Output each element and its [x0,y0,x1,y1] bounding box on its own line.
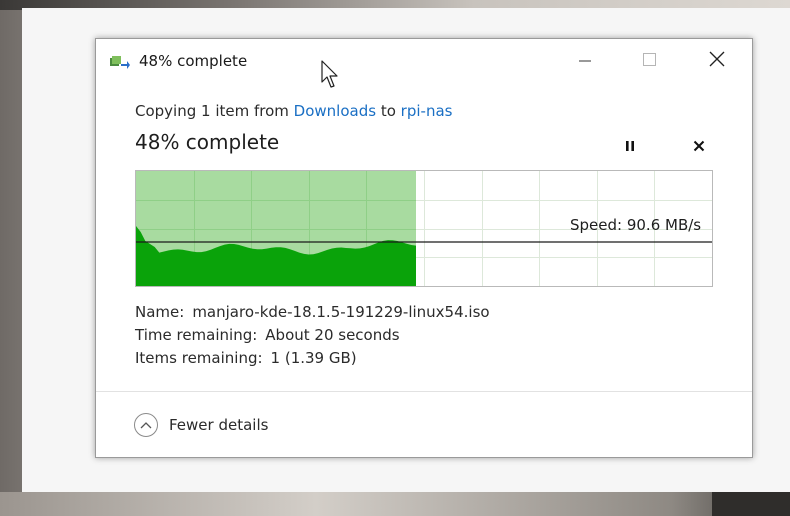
source-link[interactable]: Downloads [294,102,376,120]
fewer-details-button[interactable]: Fewer details [134,412,268,438]
detail-name-key: Name: [135,303,185,321]
footer-divider [96,391,752,392]
cancel-button[interactable] [685,135,713,157]
detail-items-row: Items remaining: 1 (1.39 GB) [135,347,490,370]
pause-icon [624,137,636,156]
background-dark-corner [712,492,790,516]
detail-name-value: manjaro-kde-18.1.5-191229-linux54.iso [192,303,490,321]
destination-link[interactable]: rpi-nas [401,102,453,120]
minimize-button[interactable] [562,45,608,77]
maximize-icon [643,52,657,71]
detail-time-key: Time remaining: [135,326,258,344]
copy-middle: to [376,102,401,120]
minimize-icon [579,52,591,71]
cancel-icon [693,137,705,156]
detail-name-row: Name: manjaro-kde-18.1.5-191229-linux54.i… [135,301,490,324]
close-button[interactable] [694,45,740,77]
speed-label: Speed: 90.6 MB/s [570,216,702,234]
detail-time-row: Time remaining: About 20 seconds [135,324,490,347]
maximize-button[interactable] [627,45,673,77]
copy-description: Copying 1 item from Downloads to rpi-nas [135,102,452,120]
detail-items-key: Items remaining: [135,349,263,367]
pause-button[interactable] [616,135,644,157]
progress-status: 48% complete [135,130,280,154]
close-icon [709,51,725,71]
copy-progress-dialog: 48% complete Copying 1 item from Downloa… [95,38,753,458]
transfer-details: Name: manjaro-kde-18.1.5-191229-linux54.i… [135,301,490,370]
detail-items-value: 1 (1.39 GB) [270,349,357,367]
chevron-up-icon [134,413,158,437]
window-title: 48% complete [139,52,248,70]
detail-time-value: About 20 seconds [265,326,400,344]
file-copy-icon [110,55,130,69]
copy-prefix: Copying 1 item from [135,102,294,120]
fewer-details-label: Fewer details [169,416,269,434]
background-bottom-strip [0,492,790,516]
title-bar[interactable]: 48% complete [96,39,752,83]
mouse-cursor-icon [321,60,341,90]
